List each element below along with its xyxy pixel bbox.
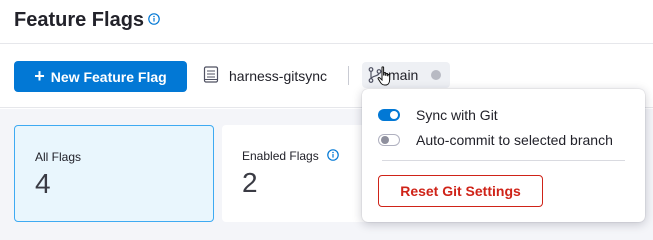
auto-commit-label: Auto-commit to selected branch [416, 132, 613, 148]
git-settings-popover: Sync with Git Auto-commit to selected br… [362, 89, 645, 222]
card-value: 4 [35, 168, 51, 199]
card-label: Enabled Flags [242, 149, 319, 163]
new-feature-flag-label: New Feature Flag [50, 68, 167, 85]
reset-git-settings-button[interactable]: Reset Git Settings [378, 175, 543, 207]
auto-commit-row: Auto-commit to selected branch [378, 130, 613, 150]
info-icon[interactable] [327, 149, 339, 161]
sync-with-git-toggle[interactable] [378, 109, 400, 121]
repository-icon [203, 66, 219, 83]
toolbar-divider [348, 66, 349, 85]
page-header: Feature Flags [0, 0, 653, 44]
page-title: Feature Flags [14, 9, 145, 31]
card-value: 2 [242, 167, 258, 198]
sync-with-git-label: Sync with Git [416, 107, 498, 123]
plus-icon: + [34, 65, 45, 86]
new-feature-flag-button[interactable]: + New Feature Flag [14, 61, 187, 92]
all-flags-card[interactable]: All Flags 4 [14, 125, 214, 222]
card-label: All Flags [35, 150, 82, 164]
branch-selector[interactable]: main [362, 62, 450, 88]
popover-divider [382, 160, 625, 161]
info-icon[interactable] [148, 13, 160, 25]
repository-name: harness-gitsync [229, 68, 328, 84]
sync-status-dot [431, 70, 441, 80]
sync-with-git-row: Sync with Git [378, 105, 498, 125]
hand-cursor-icon [377, 66, 391, 86]
auto-commit-toggle[interactable] [378, 134, 400, 146]
